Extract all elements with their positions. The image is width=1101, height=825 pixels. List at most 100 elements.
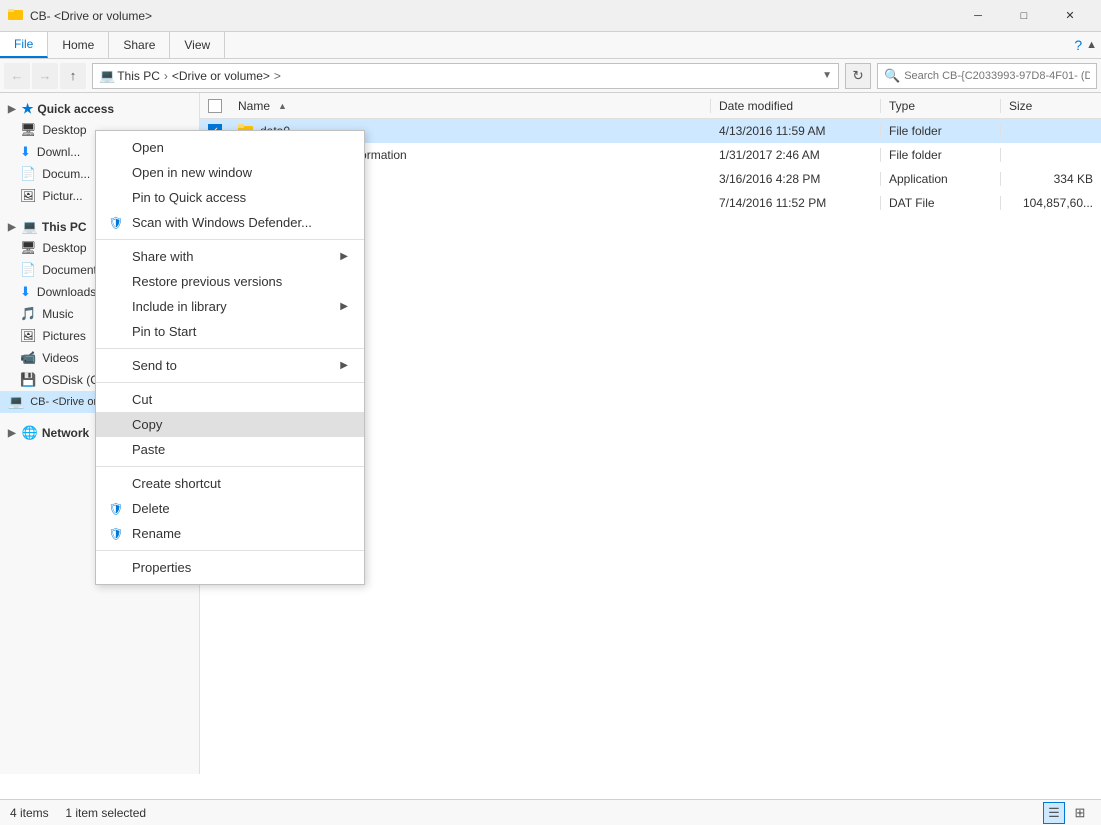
- network-icon: 🌐: [22, 425, 38, 441]
- ctx-library-label: Include in library: [132, 299, 227, 314]
- forward-button[interactable]: →: [32, 63, 58, 89]
- row-size-4: 104,857,60...: [1001, 196, 1101, 210]
- ctx-share-label: Share with: [132, 249, 193, 264]
- breadcrumb: 💻 This PC › <Drive or volume> >: [99, 68, 283, 84]
- ctx-properties[interactable]: Properties: [96, 555, 364, 580]
- breadcrumb-this-pc[interactable]: This PC: [117, 69, 160, 83]
- sidebar-label: Videos: [42, 351, 78, 365]
- pictures-icon2: 🖼: [20, 328, 37, 344]
- ctx-library-arrow-icon: ▶: [340, 301, 348, 312]
- row-type-1: File folder: [881, 124, 1001, 138]
- quick-access-arrow-icon: ▶: [8, 104, 16, 115]
- sidebar-label: Pictures: [43, 329, 86, 343]
- column-name[interactable]: Name ▲: [230, 99, 711, 113]
- column-type-label: Type: [889, 99, 915, 113]
- ctx-properties-label: Properties: [132, 560, 191, 575]
- ctx-send-to[interactable]: Send to ▶: [96, 353, 364, 378]
- ctx-delete-shield-icon: 🛡: [106, 502, 126, 516]
- ctx-paste-label: Paste: [132, 442, 165, 457]
- row-type-4: DAT File: [881, 196, 1001, 210]
- desktop-icon2: 🖥: [20, 240, 37, 256]
- tab-view[interactable]: View: [170, 32, 225, 58]
- ctx-share-with[interactable]: Share with ▶: [96, 244, 364, 269]
- quick-access-star-icon: ★: [22, 101, 34, 117]
- header-checkbox[interactable]: [208, 99, 222, 113]
- ctx-send-label: Send to: [132, 358, 177, 373]
- breadcrumb-drive-icon: 💻: [99, 68, 115, 84]
- address-dropdown-icon[interactable]: ▼: [822, 70, 832, 81]
- view-details-button[interactable]: ☰: [1043, 802, 1065, 824]
- ctx-open-new-window[interactable]: Open in new window: [96, 160, 364, 185]
- status-right: ☰ ⊞: [1043, 802, 1091, 824]
- ctx-delete-label: Delete: [132, 501, 170, 516]
- ribbon-collapse-icon[interactable]: ▲: [1086, 39, 1097, 51]
- ctx-create-shortcut[interactable]: Create shortcut: [96, 471, 364, 496]
- address-bar[interactable]: 💻 This PC › <Drive or volume> > ▼: [92, 63, 839, 89]
- ctx-restore-versions[interactable]: Restore previous versions: [96, 269, 364, 294]
- up-button[interactable]: ↑: [60, 63, 86, 89]
- downloads-icon: ⬇: [20, 144, 31, 160]
- ctx-pin-quick-access[interactable]: Pin to Quick access: [96, 185, 364, 210]
- tab-file[interactable]: File: [0, 32, 48, 58]
- title-bar-icon: [8, 6, 24, 25]
- ctx-cut[interactable]: Cut: [96, 387, 364, 412]
- breadcrumb-sep1: ›: [164, 69, 168, 83]
- ctx-restore-label: Restore previous versions: [132, 274, 282, 289]
- view-large-icons-button[interactable]: ⊞: [1069, 802, 1091, 824]
- ctx-open[interactable]: Open: [96, 135, 364, 160]
- documents-icon2: 📄: [20, 262, 36, 278]
- close-button[interactable]: ✕: [1047, 0, 1093, 32]
- ctx-scan-defender[interactable]: 🛡 Scan with Windows Defender...: [96, 210, 364, 235]
- ctx-include-library[interactable]: Include in library ▶: [96, 294, 364, 319]
- quick-access-label: Quick access: [37, 102, 114, 116]
- ctx-scan-label: Scan with Windows Defender...: [132, 215, 312, 230]
- column-size[interactable]: Size: [1001, 99, 1101, 113]
- sidebar-label: Downloads: [37, 285, 96, 299]
- sidebar-label: Music: [42, 307, 73, 321]
- row-date-2: 1/31/2017 2:46 AM: [711, 148, 881, 162]
- ctx-send-arrow-icon: ▶: [340, 360, 348, 371]
- title-bar-controls: ─ □ ✕: [955, 0, 1093, 32]
- column-date-modified[interactable]: Date modified: [711, 99, 881, 113]
- ctx-delete[interactable]: 🛡 Delete: [96, 496, 364, 521]
- ctx-separator-5: [96, 550, 364, 551]
- help-icon[interactable]: ?: [1074, 37, 1082, 53]
- back-button[interactable]: ←: [4, 63, 30, 89]
- drive-c-icon: 💾: [20, 372, 36, 388]
- ctx-rename[interactable]: 🛡 Rename: [96, 521, 364, 546]
- ctx-copy[interactable]: Copy: [96, 412, 364, 437]
- ctx-separator-3: [96, 382, 364, 383]
- tab-home[interactable]: Home: [48, 32, 109, 58]
- sidebar-section-quick-access[interactable]: ▶ ★ Quick access: [0, 97, 199, 119]
- network-label: Network: [42, 426, 89, 440]
- ctx-pin-start[interactable]: Pin to Start: [96, 319, 364, 344]
- ctx-rename-label: Rename: [132, 526, 181, 541]
- network-arrow-icon: ▶: [8, 428, 16, 439]
- this-pc-icon: 💻: [22, 219, 38, 235]
- toolbar: ← → ↑ 💻 This PC › <Drive or volume> > ▼ …: [0, 59, 1101, 93]
- maximize-button[interactable]: □: [1001, 0, 1047, 32]
- column-type[interactable]: Type: [881, 99, 1001, 113]
- ctx-pin-label: Pin to Quick access: [132, 190, 246, 205]
- header-check[interactable]: [200, 99, 230, 113]
- music-icon: 🎵: [20, 306, 36, 322]
- breadcrumb-drive[interactable]: <Drive or volume>: [172, 69, 270, 83]
- status-info: 4 items 1 item selected: [10, 806, 146, 820]
- column-size-label: Size: [1009, 99, 1032, 113]
- file-list-header: Name ▲ Date modified Type Size: [200, 93, 1101, 119]
- context-menu: Open Open in new window Pin to Quick acc…: [95, 130, 365, 585]
- minimize-button[interactable]: ─: [955, 0, 1001, 32]
- ctx-open-new-window-label: Open in new window: [132, 165, 252, 180]
- ctx-paste[interactable]: Paste: [96, 437, 364, 462]
- pictures-icon: 🖼: [20, 188, 37, 204]
- videos-icon: 📹: [20, 350, 36, 366]
- search-box: 🔍: [877, 63, 1097, 89]
- tab-share[interactable]: Share: [109, 32, 170, 58]
- column-name-label: Name: [238, 99, 270, 113]
- sidebar-label: Desktop: [43, 241, 87, 255]
- ctx-rename-shield-icon: 🛡: [106, 527, 126, 541]
- refresh-button[interactable]: ↻: [845, 63, 871, 89]
- breadcrumb-sep2: >: [274, 69, 281, 83]
- ctx-separator-1: [96, 239, 364, 240]
- search-input[interactable]: [904, 70, 1090, 82]
